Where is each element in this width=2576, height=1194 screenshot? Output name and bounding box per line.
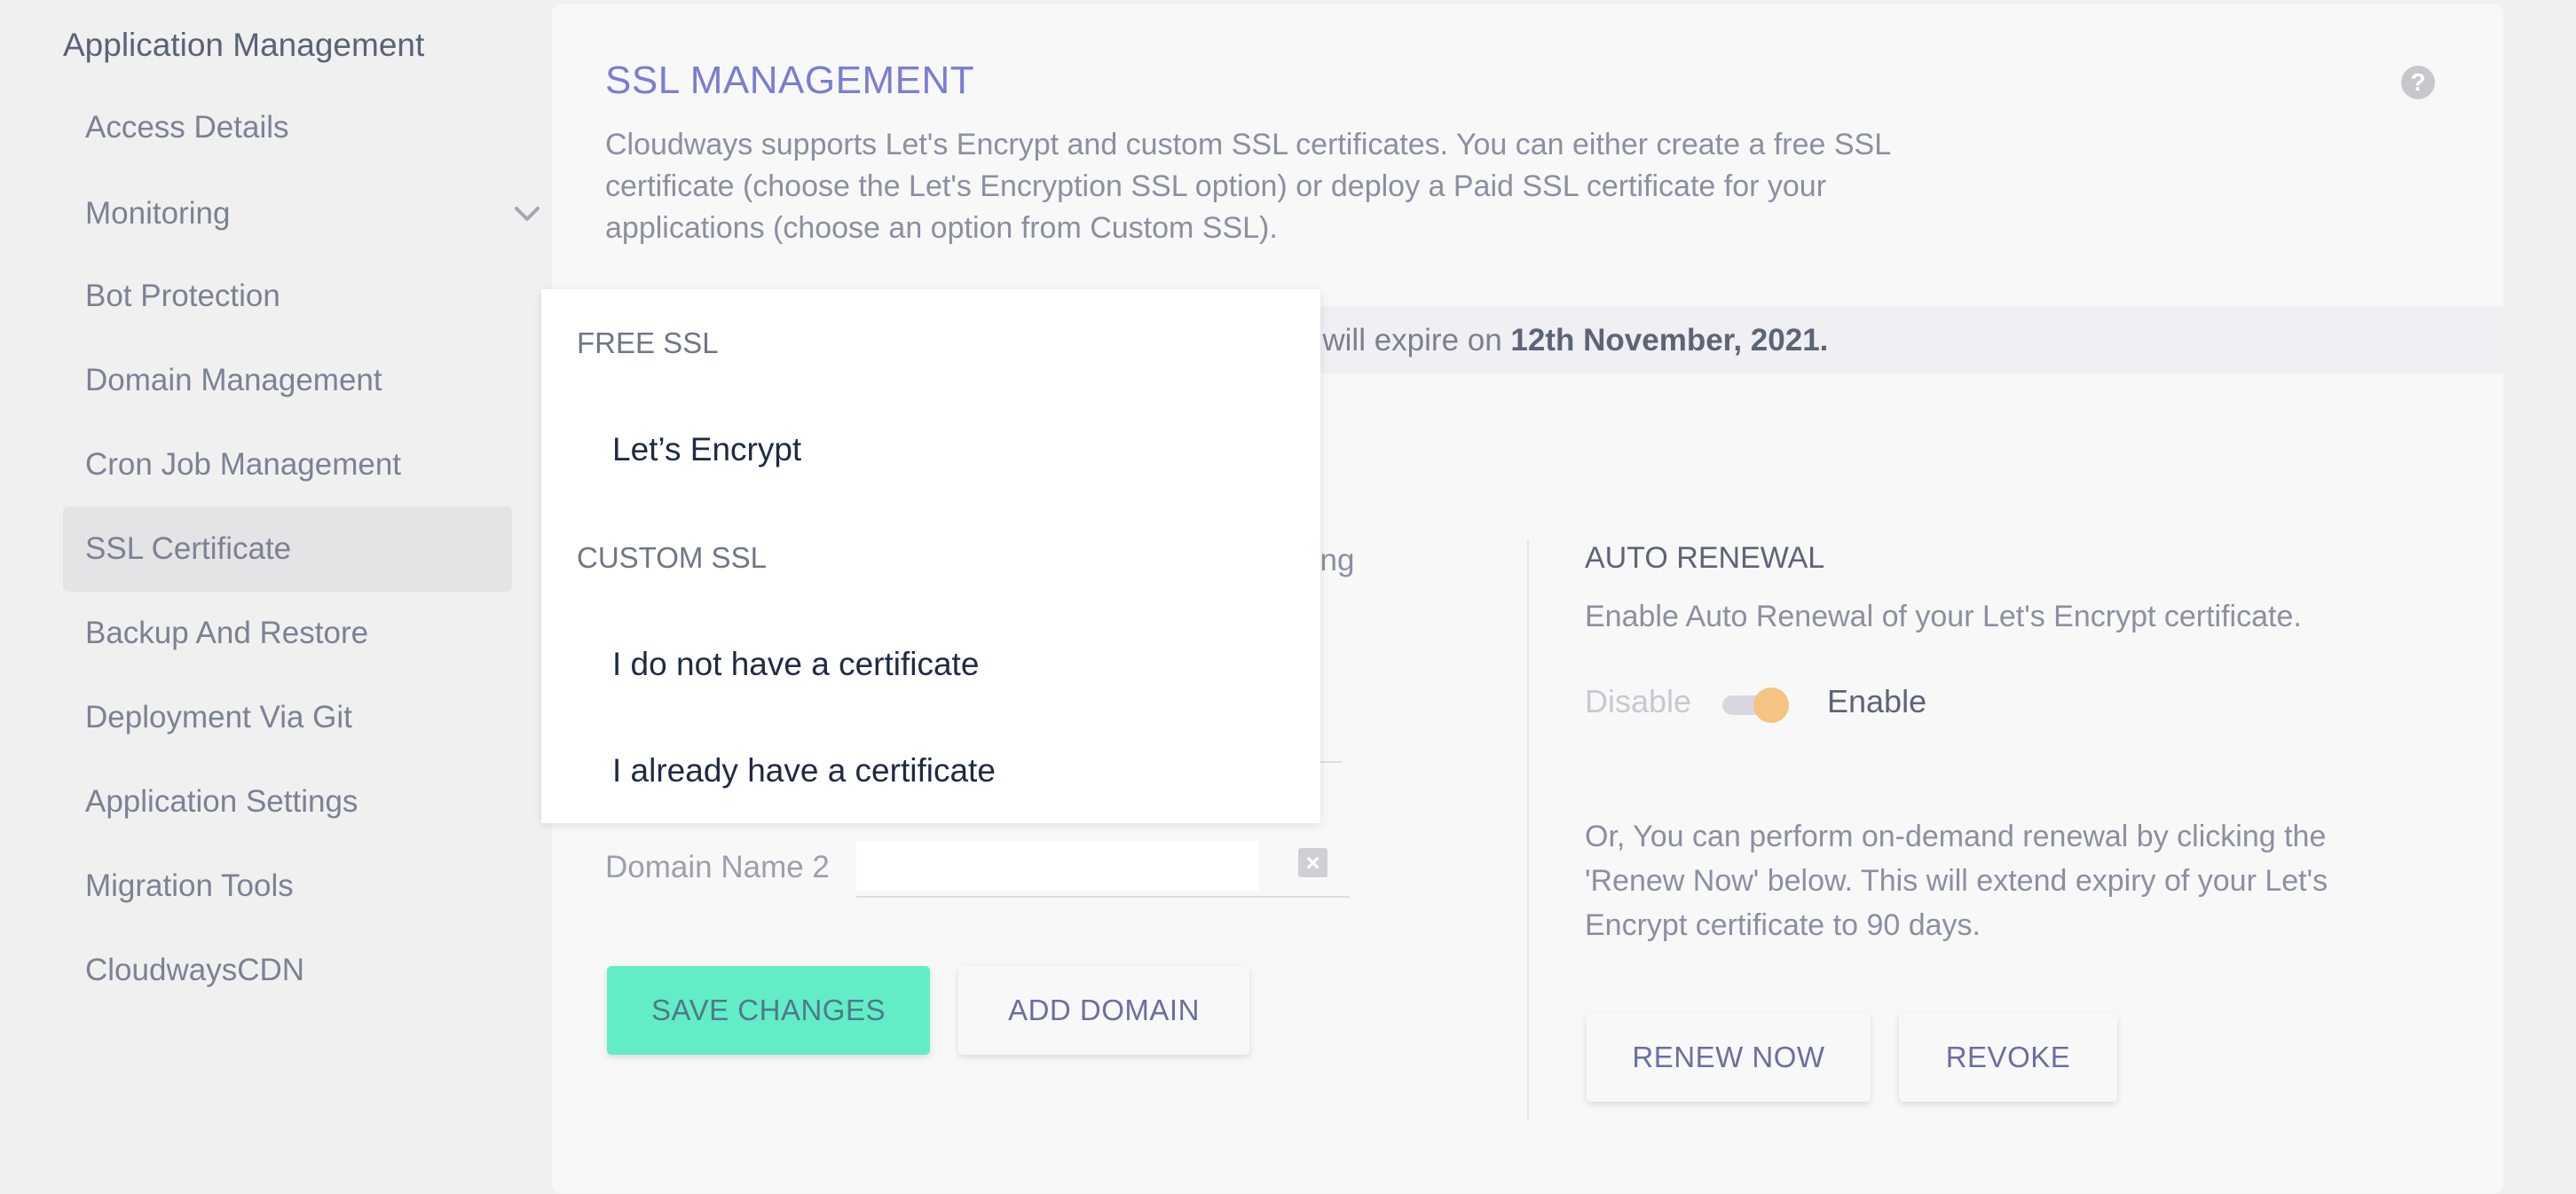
domain-name-2-input[interactable] — [856, 841, 1259, 891]
sidebar-item-cloudwayscdn[interactable]: CloudwaysCDN — [63, 928, 512, 1013]
sidebar-item-bot-protection[interactable]: Bot Protection — [63, 254, 512, 339]
domain-name-2-label: Domain Name 2 — [605, 850, 830, 884]
dropdown-option-have-certificate[interactable]: I already have a certificate — [612, 752, 996, 789]
dropdown-group-free-ssl: FREE SSL — [577, 326, 719, 359]
sidebar-item-label: Application Settings — [85, 784, 358, 819]
certificate-expiry-text: ate will expire on 12th November, 2021. — [1271, 323, 1828, 358]
page-title: SSL MANAGEMENT — [605, 59, 975, 102]
sidebar-item-domain-management[interactable]: Domain Management — [63, 338, 512, 423]
sidebar-item-monitoring[interactable]: Monitoring — [63, 171, 540, 256]
revoke-button[interactable]: REVOKE — [1899, 1013, 2117, 1102]
auto-renewal-description: Enable Auto Renewal of your Let's Encryp… — [1585, 600, 2302, 633]
sidebar: Application Management Access Details Mo… — [0, 0, 540, 1194]
toggle-enable-label: Enable — [1827, 683, 1927, 719]
ssl-description: Cloudways supports Let's Encrypt and cus… — [605, 128, 1890, 245]
sidebar-item-label: Monitoring — [85, 196, 231, 231]
chevron-down-icon[interactable] — [511, 201, 543, 226]
expiry-date: 12th November, 2021. — [1510, 323, 1829, 357]
sidebar-item-label: Cron Job Management — [85, 447, 402, 482]
sidebar-item-label: Backup And Restore — [85, 616, 369, 650]
sidebar-item-ssl-certificate[interactable]: SSL Certificate — [63, 507, 512, 592]
sidebar-item-cron-job-management[interactable]: Cron Job Management — [63, 422, 512, 507]
sidebar-item-backup-and-restore[interactable]: Backup And Restore — [63, 591, 512, 676]
toggle-knob[interactable] — [1753, 687, 1789, 723]
sidebar-item-label: Bot Protection — [85, 279, 280, 313]
sidebar-item-label: Domain Management — [85, 363, 382, 397]
sidebar-item-deployment-via-git[interactable]: Deployment Via Git — [63, 675, 512, 760]
sidebar-item-label: Access Details — [85, 110, 289, 145]
dropdown-option-no-certificate[interactable]: I do not have a certificate — [612, 646, 979, 683]
domain-name-2-underline — [856, 896, 1350, 898]
column-divider — [1527, 539, 1529, 1121]
help-icon[interactable]: ? — [2401, 66, 2435, 99]
sidebar-item-label: CloudwaysCDN — [85, 953, 305, 987]
sidebar-title: Application Management — [63, 27, 425, 63]
sidebar-item-label: Deployment Via Git — [85, 700, 352, 734]
renew-description: Or, You can perform on-demand renewal by… — [1585, 820, 2328, 942]
dropdown-option-lets-encrypt[interactable]: Let’s Encrypt — [612, 431, 801, 468]
sidebar-item-label: SSL Certificate — [85, 531, 292, 566]
sidebar-item-migration-tools[interactable]: Migration Tools — [63, 844, 512, 929]
close-icon[interactable]: × — [1298, 848, 1327, 877]
renew-now-button[interactable]: RENEW NOW — [1587, 1013, 1871, 1102]
sidebar-item-application-settings[interactable]: Application Settings — [63, 759, 512, 844]
auto-renewal-title: AUTO RENEWAL — [1585, 541, 1825, 575]
dropdown-group-custom-ssl: CUSTOM SSL — [577, 541, 767, 574]
save-changes-button[interactable]: SAVE CHANGES — [607, 966, 930, 1055]
sidebar-item-label: Migration Tools — [85, 868, 294, 903]
toggle-disable-label: Disable — [1585, 683, 1692, 719]
add-domain-button[interactable]: ADD DOMAIN — [958, 966, 1249, 1055]
sidebar-item-access-details[interactable]: Access Details — [63, 85, 512, 170]
ssl-type-dropdown: FREE SSL Let’s Encrypt CUSTOM SSL I do n… — [541, 289, 1320, 823]
